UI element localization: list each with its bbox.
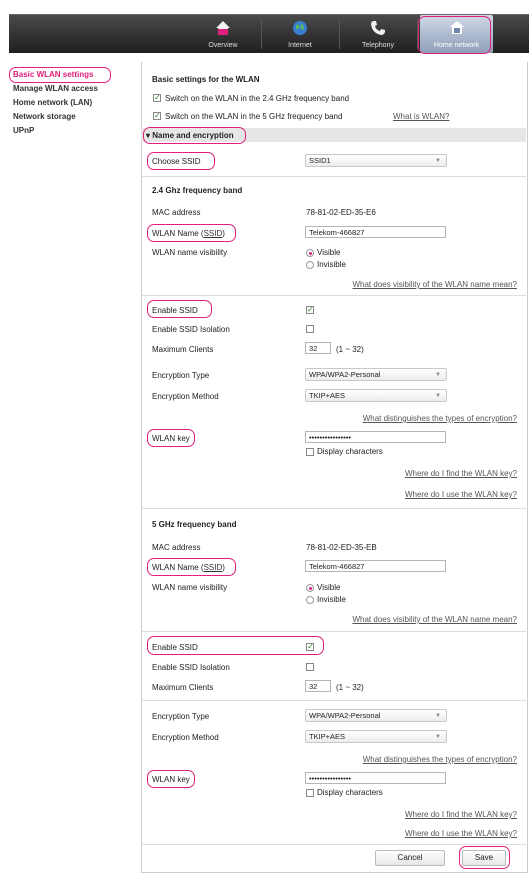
link-what-is-wlan[interactable]: What is WLAN?: [393, 112, 449, 121]
band24-visible-label: Visible: [317, 248, 341, 257]
label-wlan-24: Switch on the WLAN in the 2.4 GHz freque…: [165, 94, 350, 103]
band5-invisible-label: Invisible: [317, 595, 346, 604]
band5-display-chars-checkbox[interactable]: [306, 789, 314, 797]
band24-enc-type-label: Encryption Type: [152, 371, 210, 380]
chevron-down-icon: ▼: [435, 734, 441, 740]
save-button[interactable]: Save: [462, 850, 506, 866]
band5-range-text: (1 ~ 32): [336, 683, 364, 692]
band5-enc-help-link[interactable]: What distinguishes the types of encrypti…: [363, 755, 517, 764]
band24-enc-method-label: Encryption Method: [152, 392, 219, 401]
nav-telephony[interactable]: Telephony: [340, 15, 416, 53]
band24-mac-label: MAC address: [152, 208, 201, 217]
band5-visibility-help-link[interactable]: What does visibility of the WLAN name me…: [352, 615, 517, 624]
home-icon: [216, 21, 230, 35]
band24-display-chars-label: Display characters: [317, 447, 383, 456]
band5-title: 5 GHz frequency band: [152, 520, 237, 529]
band5-enable-ssid-checkbox[interactable]: ✓: [306, 643, 314, 651]
band5-isolation-checkbox[interactable]: [306, 663, 314, 671]
band24-invisible-label: Invisible: [317, 260, 346, 269]
chevron-down-icon: ▼: [435, 158, 441, 164]
chevron-down-icon: ▼: [435, 393, 441, 399]
band24-display-chars-checkbox[interactable]: [306, 448, 314, 456]
band24-enc-type-select[interactable]: WPA/WPA2-Personal ▼: [305, 368, 447, 381]
band5-display-chars-label: Display characters: [317, 788, 383, 797]
band5-enc-type-select[interactable]: WPA/WPA2-Personal ▼: [305, 709, 447, 722]
nav-overview[interactable]: Overview: [185, 15, 261, 53]
band24-key-label: WLAN key: [152, 434, 190, 443]
band24-radio-visible[interactable]: [306, 249, 314, 257]
band5-isolation-label: Enable SSID Isolation: [152, 663, 230, 672]
band24-use-key-link[interactable]: Where do I use the WLAN key?: [405, 490, 517, 499]
band24-wlan-name-input[interactable]: Telekom-466827: [305, 226, 446, 238]
ssid-help-link[interactable]: SSID: [204, 563, 223, 572]
ssid-select[interactable]: SSID1 ▼: [305, 154, 447, 167]
band24-enable-ssid-checkbox[interactable]: ✓: [306, 306, 314, 314]
band24-find-key-link[interactable]: Where do I find the WLAN key?: [405, 469, 517, 478]
band24-enc-help-link[interactable]: What distinguishes the types of encrypti…: [363, 414, 517, 423]
band5-enable-ssid-label: Enable SSID: [152, 643, 198, 652]
band24-key-input[interactable]: ••••••••••••••••: [305, 431, 446, 443]
band5-visible-label: Visible: [317, 583, 341, 592]
band5-enc-method-select[interactable]: TKIP+AES ▼: [305, 730, 447, 743]
band24-enable-ssid-label: Enable SSID: [152, 306, 198, 315]
band5-enc-type-label: Encryption Type: [152, 712, 210, 721]
main-panel: [141, 62, 528, 873]
sidebar-item-basic-wlan[interactable]: Basic WLAN settings: [9, 68, 135, 82]
checkbox-wlan-5[interactable]: ✓: [153, 112, 161, 120]
sidebar-item-home-network-lan[interactable]: Home network (LAN): [9, 96, 135, 110]
home-network-icon: [449, 21, 464, 34]
band24-max-clients-input[interactable]: 32: [305, 342, 331, 354]
band24-isolation-label: Enable SSID Isolation: [152, 325, 230, 334]
chevron-down-icon: ▼: [435, 713, 441, 719]
cancel-button[interactable]: Cancel: [375, 850, 445, 866]
band5-max-clients-label: Maximum Clients: [152, 683, 214, 692]
band24-title: 2.4 Ghz frequency band: [152, 186, 243, 195]
band24-visibility-help-link[interactable]: What does visibility of the WLAN name me…: [352, 280, 517, 289]
label-wlan-5: Switch on the WLAN in the 5 GHz frequenc…: [165, 112, 343, 121]
band24-range-text: (1 ~ 32): [336, 345, 364, 354]
band24-radio-invisible[interactable]: [306, 261, 314, 269]
band5-mac-label: MAC address: [152, 543, 201, 552]
band5-mac-value: 78-81-02-ED-35-EB: [306, 543, 377, 552]
sidebar: Basic WLAN settings Manage WLAN access H…: [9, 68, 135, 138]
band5-max-clients-input[interactable]: 32: [305, 680, 331, 692]
band5-radio-invisible[interactable]: [306, 596, 314, 604]
globe-icon: [293, 21, 307, 35]
band24-mac-value: 78-81-02-ED-35-E6: [306, 208, 376, 217]
nav-home-network[interactable]: Home network: [420, 15, 493, 53]
band5-visibility-label: WLAN name visibility: [152, 583, 228, 592]
band5-wlan-name-input[interactable]: Telekom-466827: [305, 560, 446, 572]
band24-wlan-name-label: WLAN Name (SSID): [152, 229, 225, 238]
band24-isolation-checkbox[interactable]: [306, 325, 314, 333]
phone-icon: [371, 21, 385, 35]
band5-key-label: WLAN key: [152, 775, 190, 784]
band24-enc-method-select[interactable]: TKIP+AES ▼: [305, 389, 447, 402]
band24-max-clients-label: Maximum Clients: [152, 345, 214, 354]
checkbox-wlan-24[interactable]: ✓: [153, 94, 161, 102]
label-choose-ssid: Choose SSID: [152, 157, 201, 166]
page-title: Basic settings for the WLAN: [152, 75, 260, 84]
sidebar-item-manage-wlan[interactable]: Manage WLAN access: [9, 82, 135, 96]
band5-enc-method-label: Encryption Method: [152, 733, 219, 742]
nav-internet[interactable]: Internet: [262, 15, 338, 53]
section-name-encryption[interactable]: ▾ Name and encryption: [146, 131, 234, 140]
band5-use-key-link[interactable]: Where do I use the WLAN key?: [405, 829, 517, 838]
top-nav-bar: Overview Internet Telephony Home network: [9, 14, 529, 53]
band5-key-input[interactable]: ••••••••••••••••: [305, 772, 446, 784]
band24-visibility-label: WLAN name visibility: [152, 248, 228, 257]
sidebar-item-network-storage[interactable]: Network storage: [9, 110, 135, 124]
sidebar-item-upnp[interactable]: UPnP: [9, 124, 135, 138]
band5-find-key-link[interactable]: Where do I find the WLAN key?: [405, 810, 517, 819]
chevron-down-icon: ▼: [435, 372, 441, 378]
band5-radio-visible[interactable]: [306, 584, 314, 592]
band5-wlan-name-label: WLAN Name (SSID): [152, 563, 225, 572]
ssid-help-link[interactable]: SSID: [204, 229, 223, 238]
